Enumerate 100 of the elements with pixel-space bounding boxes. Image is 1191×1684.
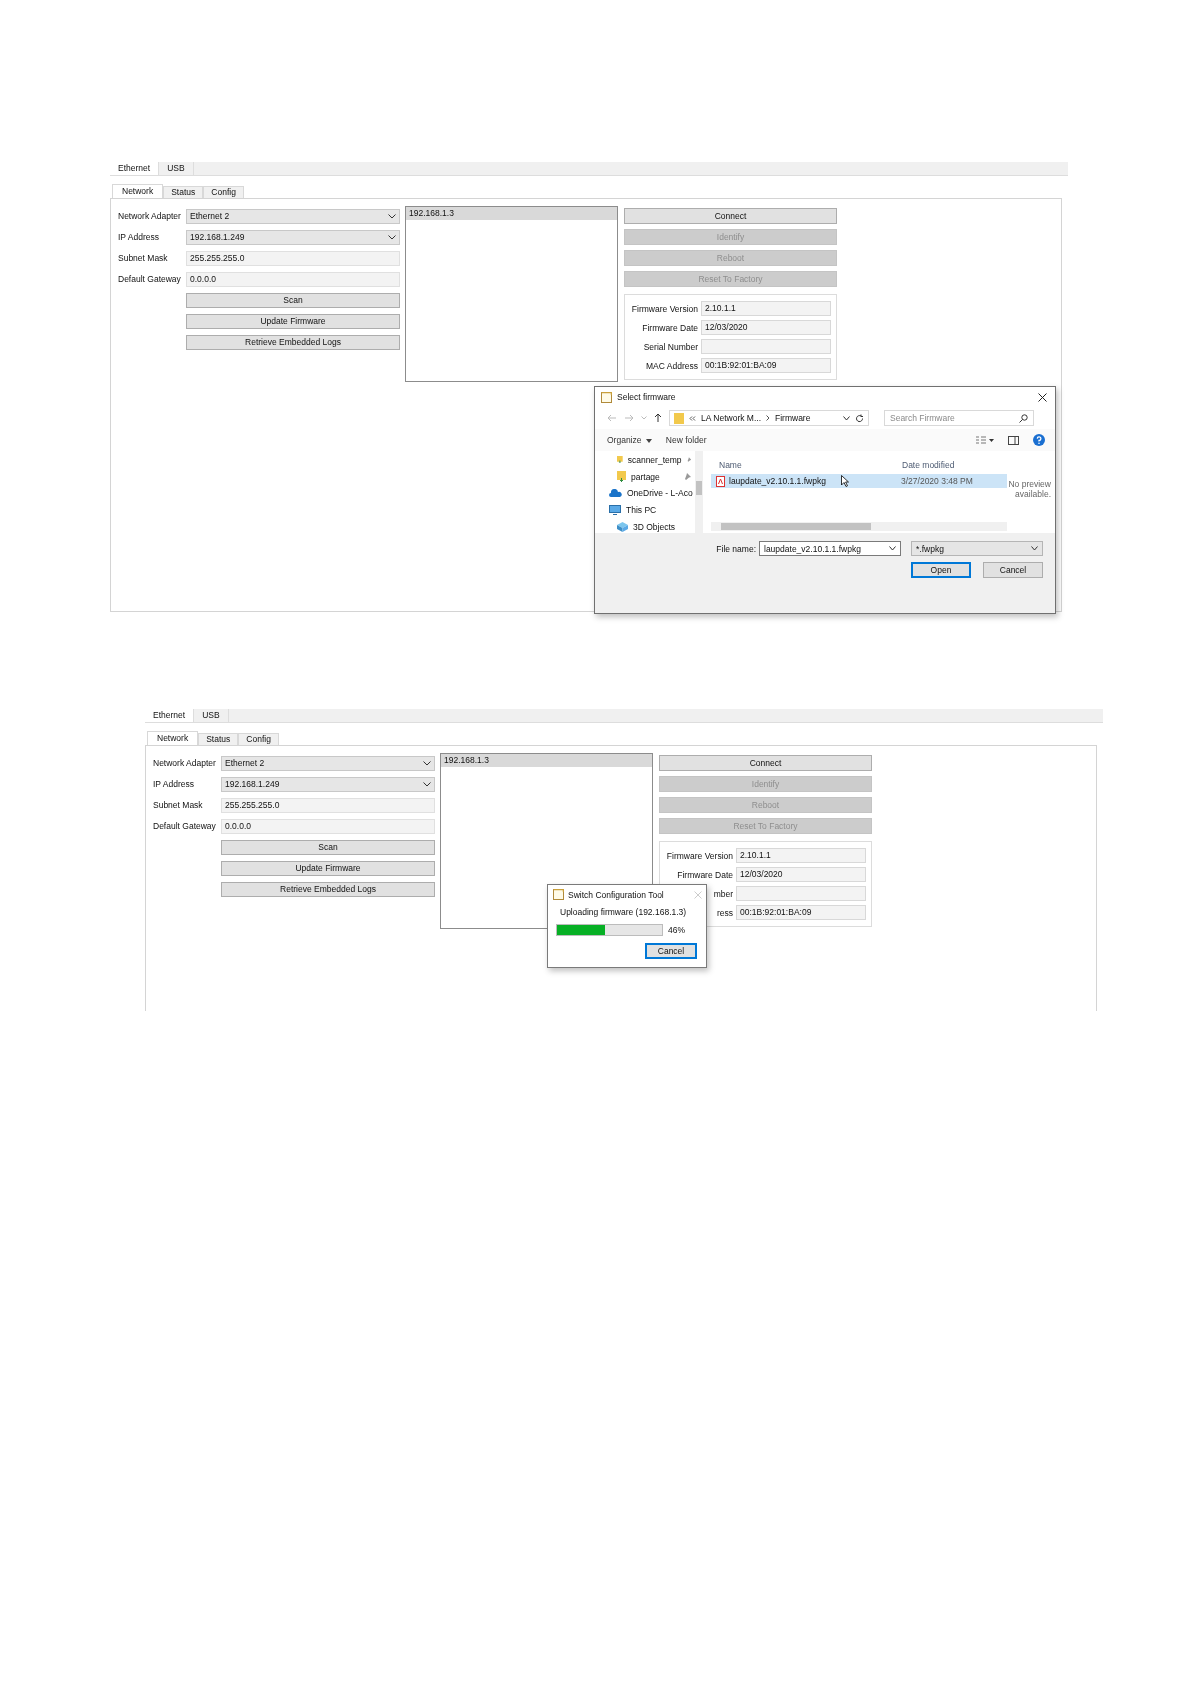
tab[interactable]: Network [147, 731, 199, 745]
column-header[interactable]: Date modified [902, 460, 955, 470]
dropdown[interactable]: 192.168.1.249 [186, 229, 400, 245]
caret-icon [423, 781, 431, 787]
search-field[interactable]: Search Firmware [884, 410, 1034, 426]
dialog-button[interactable]: Cancel [983, 562, 1043, 578]
close-icon [694, 890, 702, 899]
field-label: Subnet Mask [153, 800, 204, 810]
field-label: Network Adapter [118, 211, 182, 221]
tab[interactable]: Network [112, 184, 164, 198]
caret-icon [388, 234, 396, 240]
field-label: Network Adapter [153, 758, 217, 768]
info-label: Firmware Version [666, 850, 733, 861]
caret-icon [1031, 546, 1038, 551]
tab[interactable]: Ethernet [110, 162, 159, 175]
nav-item[interactable]: OneDrive - L-Aco [609, 487, 695, 500]
address-bar[interactable]: LA Network M... Firmware [669, 410, 869, 426]
caret-icon [388, 213, 396, 219]
folder-icon [617, 471, 626, 483]
caret-icon [889, 546, 896, 551]
caret-icon[interactable] [843, 415, 850, 421]
tab[interactable]: Status [198, 733, 239, 745]
info-field: 00:1B:92:01:BA:09 [736, 905, 866, 920]
input-field[interactable]: 0.0.0.0 [186, 271, 400, 287]
app-icon [553, 889, 564, 900]
cursor-icon [841, 475, 849, 487]
computer-icon [609, 505, 621, 516]
input-field[interactable]: 255.255.255.0 [186, 250, 400, 266]
preview-pane-icon[interactable] [1008, 435, 1019, 445]
device-button[interactable]: Connect [624, 208, 837, 224]
breadcrumb[interactable]: LA Network M... [701, 413, 761, 423]
info-field: 12/03/2020 [736, 867, 866, 882]
document-icon [716, 475, 725, 487]
organize-menu[interactable]: Organize [607, 435, 652, 445]
preview-message: No preview available. [1007, 478, 1052, 502]
nav-item[interactable]: This PC [609, 504, 695, 517]
app-icon [601, 391, 612, 403]
nav-item[interactable]: scanner_temp [609, 454, 695, 466]
file-name-field[interactable]: laupdate_v2.10.1.1.fwpkg [759, 541, 901, 556]
dialog-title: Select firmware [617, 392, 677, 402]
action-button[interactable]: Retrieve Embedded Logs [221, 881, 435, 897]
help-icon[interactable] [1033, 434, 1045, 446]
refresh-icon[interactable] [855, 413, 864, 423]
info-label: ress [716, 907, 733, 918]
folder-icon [674, 412, 684, 424]
info-label: MAC Address [646, 360, 698, 371]
info-field: 12/03/2020 [701, 320, 831, 335]
input-field[interactable]: 255.255.255.0 [221, 797, 435, 813]
new-folder-button[interactable]: New folder [665, 435, 707, 445]
cloud-icon [609, 489, 622, 498]
file-row[interactable]: laupdate_v2.10.1.1.fwpkg 3/27/2020 3:48 PM [711, 474, 1007, 488]
view-options-icon[interactable] [976, 436, 994, 444]
nav-item[interactable]: partage [609, 470, 695, 483]
action-button[interactable]: Scan [221, 839, 435, 855]
caret-icon [645, 438, 652, 443]
info-label: Serial Number [643, 341, 698, 352]
tab[interactable]: Config [238, 733, 279, 745]
tab[interactable]: Status [163, 186, 204, 198]
scrollbar[interactable] [695, 451, 703, 533]
info-label: Firmware Date [642, 322, 698, 333]
device-item[interactable]: 192.168.1.3 [406, 207, 617, 220]
field-label: IP Address [153, 779, 195, 789]
dropdown[interactable]: Ethernet 2 [221, 755, 435, 771]
action-button[interactable]: Retrieve Embedded Logs [186, 334, 400, 350]
info-label: mber [713, 888, 733, 899]
cancel-button[interactable]: Cancel [645, 943, 697, 959]
dropdown[interactable]: 192.168.1.249 [221, 776, 435, 792]
dialog-button[interactable]: Open [911, 562, 971, 578]
action-button[interactable]: Update Firmware [221, 860, 435, 876]
up-arrow-icon[interactable] [654, 413, 662, 423]
device-item[interactable]: 192.168.1.3 [441, 754, 652, 767]
cube-icon [617, 522, 628, 533]
info-field: 00:1B:92:01:BA:09 [701, 358, 831, 373]
tab[interactable]: Config [203, 186, 244, 198]
field-label: Default Gateway [118, 274, 182, 284]
field-label: File name: [716, 543, 756, 554]
file-type-dropdown[interactable]: *.fwpkg [911, 541, 1043, 556]
status-message: Uploading firmware (192.168.1.3) [559, 906, 688, 917]
device-button[interactable]: Connect [659, 755, 872, 771]
close-icon[interactable] [1038, 392, 1047, 402]
tab[interactable]: Ethernet [145, 709, 194, 722]
action-button[interactable]: Update Firmware [186, 313, 400, 329]
chevron-icon [689, 415, 696, 421]
nav-item[interactable]: 3D Objects [609, 521, 695, 533]
caret-icon [423, 760, 431, 766]
scrollbar[interactable] [711, 522, 1007, 531]
field-label: Subnet Mask [118, 253, 169, 263]
info-label: Firmware Date [677, 869, 733, 880]
tab[interactable]: USB [158, 162, 194, 175]
info-field: 2.10.1.1 [701, 301, 831, 316]
input-field[interactable]: 0.0.0.0 [221, 818, 435, 834]
field-label: IP Address [118, 232, 160, 242]
tab[interactable]: USB [193, 709, 229, 722]
search-icon [1019, 413, 1028, 423]
breadcrumb[interactable]: Firmware [775, 413, 811, 423]
dialog-title: Switch Configuration Tool [568, 889, 665, 900]
action-button[interactable]: Scan [186, 292, 400, 308]
column-header[interactable]: Name [719, 460, 902, 470]
dropdown[interactable]: Ethernet 2 [186, 208, 400, 224]
info-label: Firmware Version [631, 303, 698, 314]
